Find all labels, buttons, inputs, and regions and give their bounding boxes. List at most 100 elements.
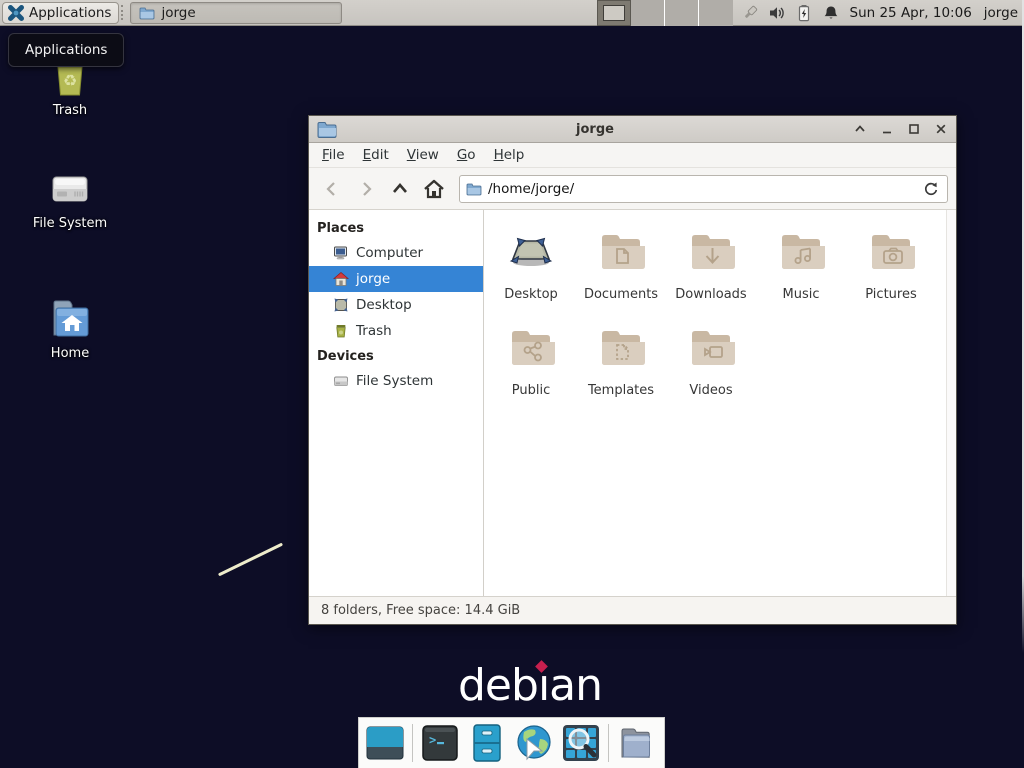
workspace-1[interactable] [597, 0, 631, 26]
forward-button[interactable] [351, 174, 381, 204]
dock-separator [412, 724, 413, 762]
toolbar: /home/jorge/ [309, 168, 956, 210]
sidebar-places-header: Places [309, 216, 483, 240]
logo-text: an [549, 660, 602, 711]
applications-menu-button[interactable]: Applications [2, 2, 119, 24]
folder-public[interactable]: Public [486, 322, 576, 418]
folder-downloads[interactable]: Downloads [666, 226, 756, 322]
folder-name: Downloads [675, 287, 746, 302]
menu-edit[interactable]: Edit [354, 144, 398, 166]
volume-icon[interactable] [768, 4, 786, 22]
show-desktop-icon[interactable] [365, 723, 405, 763]
window-body: Places Computer jorge [309, 210, 956, 596]
terminal-icon[interactable]: > [420, 723, 460, 763]
sidebar: Places Computer jorge [309, 210, 484, 596]
folder-icon [466, 182, 482, 196]
sidebar-item-computer[interactable]: Computer [309, 240, 483, 266]
desktop-folder-icon [507, 226, 555, 274]
desktop-icon-label: Trash [53, 103, 87, 118]
file-manager-window: jorge File Edit View Go Help [308, 115, 957, 625]
up-button[interactable] [385, 174, 415, 204]
sidebar-devices-header: Devices [309, 344, 483, 368]
taskbar-window-button[interactable]: jorge [130, 2, 342, 24]
workspace-4[interactable] [699, 0, 733, 26]
sidebar-item-label: jorge [356, 271, 390, 287]
downloads-folder-icon [687, 226, 735, 274]
drive-icon [46, 165, 94, 213]
menubar: File Edit View Go Help [309, 143, 956, 168]
sidebar-item-desktop[interactable]: Desktop [309, 292, 483, 318]
workspace-2[interactable] [631, 0, 665, 26]
shade-button[interactable] [853, 122, 867, 136]
desktop-icon-label: File System [33, 216, 107, 231]
menu-view[interactable]: View [398, 144, 448, 166]
trash-icon [333, 323, 349, 339]
vertical-scrollbar[interactable] [946, 210, 956, 596]
drive-icon [333, 373, 349, 389]
menu-help[interactable]: Help [485, 144, 534, 166]
file-manager-icon[interactable] [467, 723, 507, 763]
folder-icon [139, 6, 155, 20]
path-bar[interactable]: /home/jorge/ [459, 175, 948, 203]
web-browser-icon[interactable] [514, 723, 554, 763]
desktop-icon-file-system[interactable]: File System [22, 165, 118, 231]
stray-line-artifact [218, 543, 283, 577]
dock-separator [608, 724, 609, 762]
system-tray [741, 4, 840, 22]
folder-name: Pictures [865, 287, 916, 302]
folder-pictures[interactable]: Pictures [846, 226, 936, 322]
panel-username: jorge [984, 5, 1018, 21]
desktop-icon-home[interactable]: Home [22, 295, 118, 361]
computer-icon [333, 245, 349, 261]
back-button[interactable] [317, 174, 347, 204]
sidebar-item-trash[interactable]: Trash [309, 318, 483, 344]
app-finder-icon[interactable] [561, 723, 601, 763]
dock-panel: > [358, 717, 665, 768]
workspace-1-window [603, 5, 625, 21]
debian-wallpaper-logo: debıan [458, 660, 602, 711]
panel-clock[interactable]: Sun 25 Apr, 10:06 [850, 5, 972, 21]
panel-grip[interactable] [121, 5, 128, 20]
path-text[interactable]: /home/jorge/ [488, 181, 915, 197]
sidebar-item-jorge[interactable]: jorge [309, 266, 483, 292]
home-icon [333, 271, 349, 287]
folder-desktop[interactable]: Desktop [486, 226, 576, 322]
window-title: jorge [337, 122, 853, 137]
statusbar: 8 folders, Free space: 14.4 GiB [309, 596, 956, 624]
sidebar-item-label: File System [356, 373, 433, 389]
workspace-switcher [597, 0, 733, 26]
folder-documents[interactable]: Documents [576, 226, 666, 322]
folder-name: Templates [588, 383, 654, 398]
applications-label: Applications [29, 5, 111, 21]
svg-text:♻: ♻ [63, 71, 77, 90]
desktop-icon-label: Home [51, 346, 89, 361]
sidebar-item-file-system[interactable]: File System [309, 368, 483, 394]
pictures-folder-icon [867, 226, 915, 274]
menu-go[interactable]: Go [448, 144, 485, 166]
folder-templates[interactable]: Templates [576, 322, 666, 418]
home-folder-icon[interactable] [616, 723, 656, 763]
window-titlebar[interactable]: jorge [309, 116, 956, 143]
public-folder-icon [507, 322, 555, 370]
menu-file[interactable]: File [313, 144, 354, 166]
maximize-button[interactable] [907, 122, 921, 136]
home-folder-icon [46, 295, 94, 343]
folder-music[interactable]: Music [756, 226, 846, 322]
folder-name: Documents [584, 287, 658, 302]
minimize-button[interactable] [880, 122, 894, 136]
logo-text: deb [458, 660, 538, 711]
folder-videos[interactable]: Videos [666, 322, 756, 418]
close-button[interactable] [934, 122, 948, 136]
documents-folder-icon [597, 226, 645, 274]
workspace-3[interactable] [665, 0, 699, 26]
notifications-icon[interactable] [822, 4, 840, 22]
home-button[interactable] [419, 174, 449, 204]
battery-icon[interactable] [795, 4, 813, 22]
network-icon[interactable] [741, 4, 759, 22]
folder-name: Desktop [504, 287, 558, 302]
svg-text:>: > [429, 733, 436, 747]
desktop-icon [333, 297, 349, 313]
reload-button[interactable] [921, 179, 941, 199]
file-view[interactable]: Desktop Documents [484, 210, 956, 596]
applications-icon [8, 5, 24, 21]
